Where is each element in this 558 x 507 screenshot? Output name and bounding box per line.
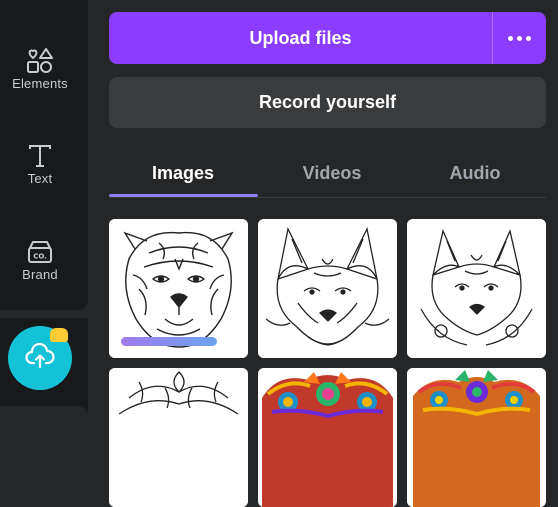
sidebar-item-label: Text [27,170,53,186]
sidebar-divider [0,406,88,422]
sidebar-item-brand[interactable]: CO. Brand [0,220,80,300]
image-thumbnail[interactable] [258,368,397,507]
sidebar: Elements Text CO. Brand [0,0,88,310]
elements-icon [26,46,54,74]
sidebar-item-elements[interactable]: Elements [0,28,80,108]
sidebar-item-label: Elements [12,75,68,91]
image-thumbnail[interactable] [407,368,546,507]
image-thumbnail[interactable] [109,219,248,358]
svg-text:CO.: CO. [33,252,47,260]
upload-files-group: Upload files [109,12,546,64]
fox-mandala-image [258,219,397,358]
upload-progress-bar [121,337,217,346]
text-icon [27,143,53,169]
colorful-mandala-image [258,368,397,507]
image-thumbnail[interactable] [258,219,397,358]
sidebar-item-text[interactable]: Text [0,124,80,204]
colorful-mandala-image-2 [407,368,546,507]
notification-badge [50,328,68,342]
active-tab-indicator [109,194,258,197]
more-dots-icon [506,35,533,41]
sidebar-item-label: Brand [22,266,58,282]
lion-mandala-image [109,368,248,507]
tab-audio[interactable]: Audio [401,150,549,197]
upload-files-button[interactable]: Upload files [109,12,492,64]
fox-mandala-image-2 [407,219,546,358]
tab-videos[interactable]: Videos [258,150,406,197]
media-tabs: Images Videos Audio [109,150,546,198]
tab-images[interactable]: Images [109,150,257,197]
more-options-button[interactable] [493,12,546,64]
brand-icon: CO. [26,239,54,265]
cloud-upload-icon [25,342,55,374]
image-thumbnail[interactable] [109,368,248,507]
record-yourself-button[interactable]: Record yourself [109,77,546,128]
image-thumbnail[interactable] [407,219,546,358]
